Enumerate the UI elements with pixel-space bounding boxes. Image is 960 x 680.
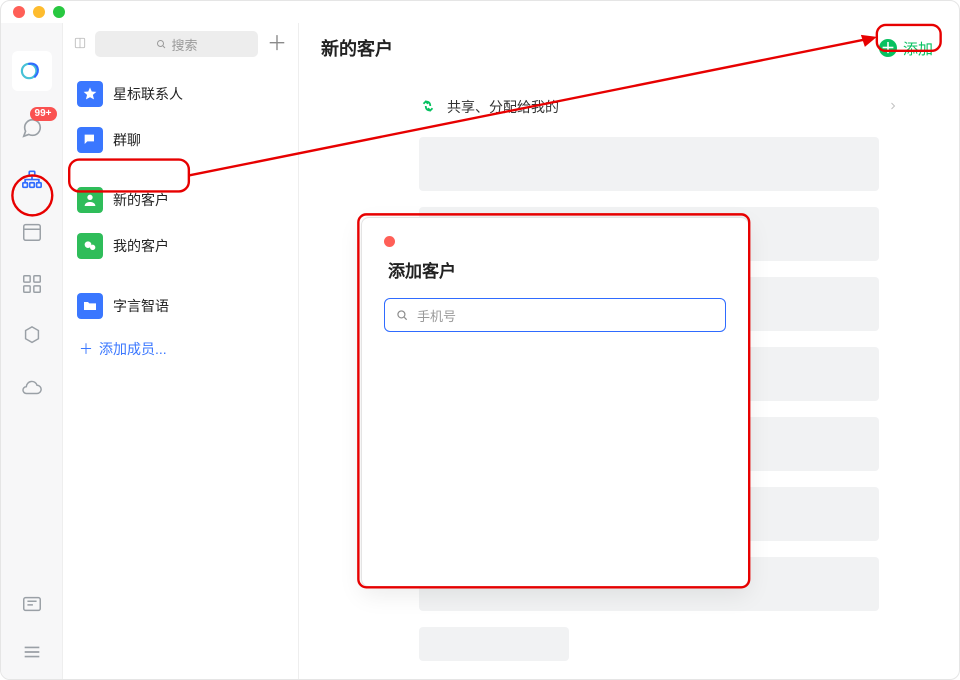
close-window-icon[interactable] (13, 6, 25, 18)
menu-icon (21, 641, 43, 663)
phone-placeholder: 手机号 (417, 306, 456, 325)
rail-calendar[interactable] (17, 217, 47, 247)
list-item-new-customer[interactable]: 新的客户 (63, 177, 298, 223)
maximize-window-icon[interactable] (53, 6, 65, 18)
list-item-label: 新的客户 (113, 190, 169, 210)
phone-input[interactable]: 手机号 (384, 298, 726, 332)
panel-box-icon (73, 36, 87, 53)
contacts-list: 星标联系人 群聊 新的客户 (63, 65, 298, 375)
cloud-icon (21, 377, 43, 399)
rail-chat[interactable]: 99+ (17, 113, 47, 143)
add-customer-button[interactable]: ＋ 添加 (879, 38, 933, 59)
modal-title: 添加客户 (388, 257, 726, 282)
avatar-logo-icon (19, 58, 45, 84)
share-bar[interactable]: 共享、分配给我的 (419, 87, 899, 127)
minimize-window-icon[interactable] (33, 6, 45, 18)
calendar-icon (21, 221, 43, 243)
search-input[interactable]: 搜索 (95, 31, 258, 57)
search-placeholder: 搜索 (171, 35, 197, 54)
rail-inbox[interactable] (17, 589, 47, 619)
add-button-label: 添加 (903, 38, 933, 59)
rail-contacts[interactable] (17, 165, 47, 195)
doc-icon (21, 325, 43, 347)
list-item-label: 群聊 (113, 130, 141, 150)
search-icon (155, 38, 167, 50)
grid-icon (21, 273, 43, 295)
contacts-panel: 搜索 ＋ 星标联系人 群聊 (63, 23, 299, 679)
plus-circle-icon: ＋ (879, 39, 897, 57)
rail-drive[interactable] (17, 373, 47, 403)
list-item-org[interactable]: 字言智语 (63, 283, 298, 329)
unread-badge: 99+ (30, 107, 57, 121)
group-icon (77, 127, 103, 153)
rail-workspace[interactable] (17, 269, 47, 299)
customer-card-placeholder (419, 137, 879, 191)
search-row: 搜索 ＋ (63, 23, 298, 65)
app-window: 99+ (0, 0, 960, 680)
share-icon (419, 97, 437, 118)
modal-close-icon[interactable] (384, 236, 395, 247)
search-icon (395, 308, 409, 322)
main-header: 新的客户 ＋ 添加 (299, 23, 959, 69)
list-item-label: 我的客户 (113, 236, 169, 256)
add-member-label: 添加成员... (99, 339, 167, 359)
list-item-starred[interactable]: 星标联系人 (63, 71, 298, 117)
folder-icon (77, 293, 103, 319)
page-title: 新的客户 (321, 35, 393, 61)
panel-add-button[interactable]: ＋ (266, 35, 288, 53)
rail-docs[interactable] (17, 321, 47, 351)
star-icon (77, 81, 103, 107)
titlebar (1, 1, 959, 23)
avatar[interactable] (12, 51, 52, 91)
org-icon (21, 169, 43, 191)
list-item-my-customer[interactable]: 我的客户 (63, 223, 298, 269)
chevron-right-icon (887, 99, 899, 115)
plus-icon: ＋ (79, 339, 93, 359)
add-member-link[interactable]: ＋ 添加成员... (63, 329, 298, 369)
list-item-label: 字言智语 (113, 296, 169, 316)
add-customer-modal: 添加客户 手机号 (361, 217, 749, 587)
inbox-icon (21, 593, 43, 615)
person-icon (77, 187, 103, 213)
left-rail: 99+ (1, 23, 63, 679)
wechat-icon (77, 233, 103, 259)
share-label: 共享、分配给我的 (447, 97, 559, 117)
rail-menu[interactable] (17, 637, 47, 667)
list-item-label: 星标联系人 (113, 84, 183, 104)
list-item-group-chat[interactable]: 群聊 (63, 117, 298, 163)
customer-card-placeholder (419, 627, 569, 661)
